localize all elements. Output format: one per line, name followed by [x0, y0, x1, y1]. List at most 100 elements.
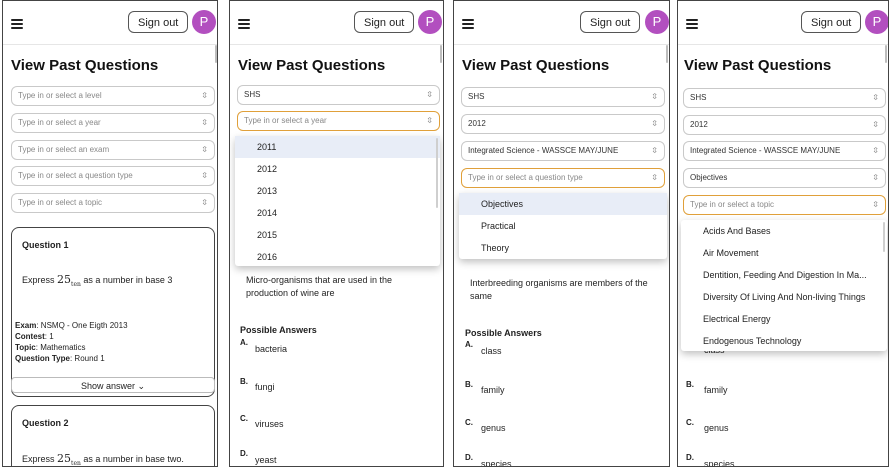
answer-option[interactable]: family — [704, 385, 728, 395]
sign-out-button[interactable]: Sign out — [801, 11, 862, 33]
year-select[interactable]: 2012 ⇳ — [461, 114, 665, 134]
exam-value: Integrated Science - WASSCE MAY/JUNE — [468, 146, 619, 155]
show-answer-label: Show answer — [80, 381, 135, 391]
question-number: 25 — [57, 273, 72, 286]
avatar[interactable]: P — [645, 10, 669, 34]
meta-topic: Topic: Mathematics — [15, 343, 86, 352]
topic-option[interactable]: Air Movement — [681, 242, 887, 264]
exam-placeholder: Type in or select an exam — [18, 145, 110, 154]
show-answer-button[interactable]: Show answer ⌄ — [11, 377, 215, 393]
question-meta: Exam: NSMQ - One Eigth 2013 Contest: 1 T… — [15, 320, 213, 364]
topic-option[interactable]: Diversity Of Living And Non-living Thing… — [681, 286, 887, 308]
sign-out-button[interactable]: Sign out — [128, 11, 189, 33]
possible-answers-heading: Possible Answers — [240, 325, 317, 335]
answer-option[interactable]: yeast — [255, 455, 277, 465]
year-option[interactable]: 2016 — [235, 246, 440, 268]
exam-select[interactable]: Integrated Science - WASSCE MAY/JUNE ⇳ — [461, 141, 665, 161]
panel-3: Sign out P View Past Questions SHS ⇳ 201… — [453, 0, 670, 467]
level-value: SHS — [244, 90, 261, 99]
answer-option[interactable]: fungi — [255, 382, 275, 392]
question-text: Interbreeding organisms are members of t… — [470, 278, 648, 301]
page-title: View Past Questions — [11, 57, 159, 74]
topic-select[interactable]: Type in or select a topic ⇳ — [11, 193, 215, 213]
avatar[interactable]: P — [865, 10, 888, 34]
topic-option[interactable]: Dentition, Feeding And Digestion In Ma..… — [681, 264, 887, 286]
meta-contest: Contest: 1 — [15, 332, 54, 341]
question-type-select[interactable]: Type in or select a question type ⇳ — [461, 168, 665, 188]
question-type-select[interactable]: Type in or select a question type ⇳ — [11, 166, 215, 186]
topic-option[interactable]: Acids And Bases — [681, 220, 887, 242]
scrollbar[interactable] — [885, 45, 887, 63]
question-type-option[interactable]: Theory — [459, 237, 667, 259]
updown-icon: ⇳ — [872, 200, 879, 209]
possible-answers-heading: Possible Answers — [465, 328, 542, 338]
updown-icon: ⇳ — [426, 116, 433, 125]
answer-letter: B. — [686, 380, 694, 389]
exam-select[interactable]: Type in or select an exam ⇳ — [11, 140, 215, 160]
answer-option[interactable]: family — [481, 385, 505, 395]
scrollbar[interactable] — [666, 45, 668, 63]
menu-icon[interactable] — [686, 19, 698, 29]
question-text: Express 25ten as a number in base two. — [22, 452, 214, 466]
question-type-placeholder: Type in or select a question type — [18, 171, 133, 180]
year-option[interactable]: 2011 — [235, 136, 440, 158]
scrollbar[interactable] — [215, 45, 217, 63]
answer-letter: C. — [686, 418, 694, 427]
question-number: 25 — [57, 452, 72, 465]
updown-icon: ⇳ — [872, 146, 879, 155]
topic-option[interactable]: Endogenous Technology — [681, 330, 887, 352]
updown-icon: ⇳ — [651, 119, 658, 128]
meta-question-type: Question Type: Round 1 — [15, 354, 105, 363]
answer-option[interactable]: genus — [481, 423, 506, 433]
year-select[interactable]: 2012 ⇳ — [683, 115, 886, 135]
question-type-option[interactable]: Objectives — [459, 193, 667, 215]
avatar[interactable]: P — [192, 10, 216, 34]
answer-letter: D. — [240, 449, 248, 458]
avatar[interactable]: P — [418, 10, 442, 34]
question-type-select[interactable]: Objectives ⇳ — [683, 168, 886, 188]
exam-select[interactable]: Integrated Science - WASSCE MAY/JUNE ⇳ — [683, 141, 886, 161]
topic-select[interactable]: Type in or select a topic ⇳ — [683, 195, 886, 215]
scrollbar[interactable] — [440, 45, 442, 63]
menu-icon[interactable] — [11, 19, 23, 29]
updown-icon: ⇳ — [426, 90, 433, 99]
answer-letter: C. — [465, 418, 473, 427]
year-option[interactable]: 2012 — [235, 158, 440, 180]
question-type-option[interactable]: Practical — [459, 215, 667, 237]
updown-icon: ⇳ — [201, 171, 208, 180]
level-select[interactable]: Type in or select a level ⇳ — [11, 86, 215, 106]
level-select[interactable]: SHS ⇳ — [461, 87, 665, 107]
question-title: Question 2 — [22, 418, 69, 428]
dropdown-scrollbar[interactable] — [436, 138, 438, 208]
menu-icon[interactable] — [238, 19, 250, 29]
sign-out-button[interactable]: Sign out — [354, 11, 415, 33]
question-type-placeholder: Type in or select a question type — [468, 173, 583, 182]
year-select[interactable]: Type in or select a year ⇳ — [11, 113, 215, 133]
answer-option[interactable]: species — [704, 459, 735, 466]
sign-out-button[interactable]: Sign out — [580, 11, 641, 33]
answer-option[interactable]: genus — [704, 423, 729, 433]
topic-option[interactable]: Electrical Energy — [681, 308, 887, 330]
updown-icon: ⇳ — [201, 118, 208, 127]
answer-option[interactable]: viruses — [255, 419, 284, 429]
level-select[interactable]: SHS ⇳ — [683, 88, 886, 108]
updown-icon: ⇳ — [201, 91, 208, 100]
answer-option[interactable]: class — [481, 346, 502, 356]
level-select[interactable]: SHS ⇳ — [237, 85, 440, 105]
dropdown-scrollbar[interactable] — [883, 222, 885, 252]
menu-icon[interactable] — [462, 19, 474, 29]
year-option[interactable]: 2014 — [235, 202, 440, 224]
updown-icon: ⇳ — [651, 173, 658, 182]
year-select[interactable]: Type in or select a year ⇳ — [237, 111, 440, 131]
top-bar: Sign out P — [3, 1, 217, 45]
level-value: SHS — [690, 93, 707, 102]
year-placeholder: Type in or select a year — [18, 118, 101, 127]
topic-placeholder: Type in or select a topic — [18, 198, 103, 207]
header-divider — [3, 44, 217, 45]
level-value: SHS — [468, 92, 485, 101]
year-option[interactable]: 2013 — [235, 180, 440, 202]
answer-option[interactable]: species — [481, 459, 512, 466]
year-option[interactable]: 2015 — [235, 224, 440, 246]
answer-option[interactable]: bacteria — [255, 344, 287, 354]
updown-icon: ⇳ — [872, 120, 879, 129]
